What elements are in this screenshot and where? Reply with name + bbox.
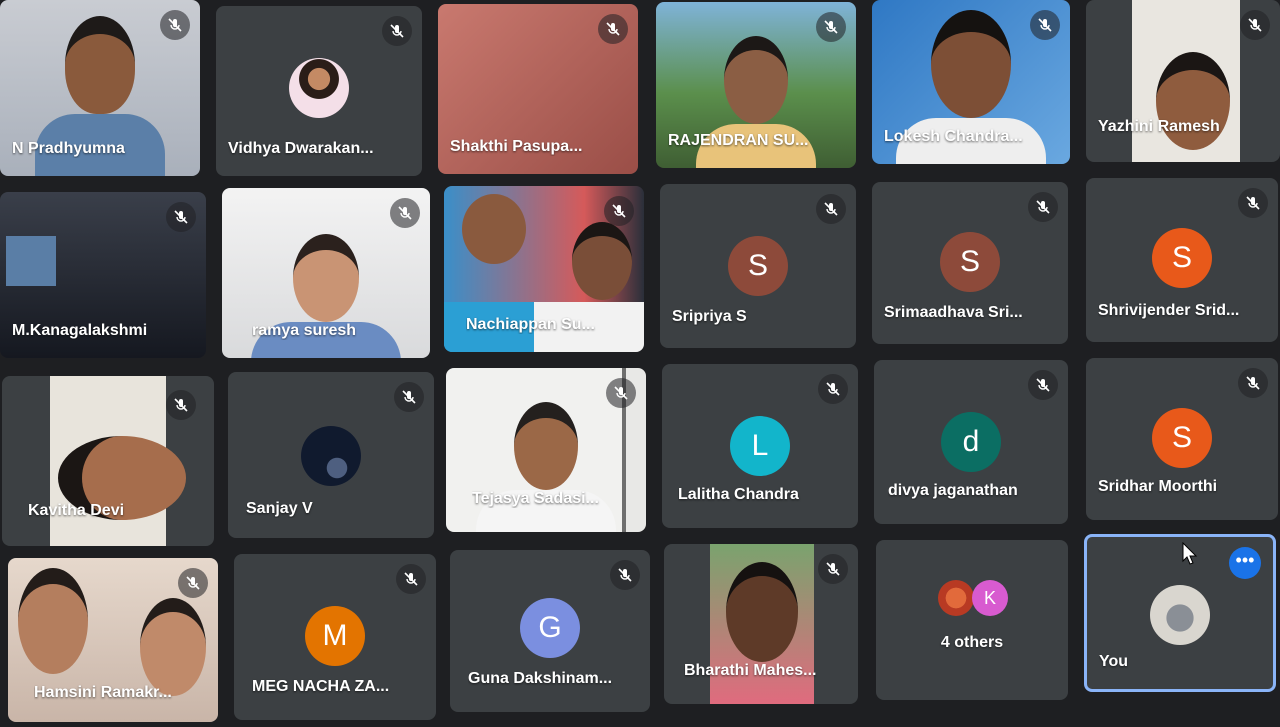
participant-video — [1153, 52, 1233, 162]
participant-name: Shrivijender Srid... — [1098, 302, 1240, 319]
participant-photo — [938, 580, 974, 616]
participant-name: Sridhar Moorthi — [1098, 478, 1218, 495]
mic-off-icon — [1238, 368, 1268, 398]
participant-name: Srimaadhava Sri... — [884, 304, 1023, 321]
participant-name: RAJENDRAN SU... — [668, 132, 809, 149]
participant-avatar: S — [1152, 408, 1212, 468]
participant-tile[interactable]: Yazhini Ramesh — [1086, 0, 1280, 162]
participant-tile[interactable]: M.Kanagalakshmi — [0, 192, 206, 358]
mic-off-icon — [818, 374, 848, 404]
participant-tile[interactable]: d divya jaganathan — [874, 360, 1068, 524]
participant-name: N Pradhyumna — [12, 140, 125, 157]
self-photo — [1150, 585, 1210, 645]
participant-name: Yazhini Ramesh — [1098, 118, 1220, 135]
mic-off-icon — [1030, 10, 1060, 40]
participant-name: divya jaganathan — [888, 482, 1018, 499]
mic-off-icon — [394, 382, 424, 412]
participant-name: Nachiappan Su... — [466, 316, 595, 333]
participant-video — [18, 568, 88, 674]
mic-off-icon — [816, 12, 846, 42]
participant-tile[interactable]: S Srimaadhava Sri... — [872, 182, 1068, 344]
participant-video — [6, 236, 56, 286]
participant-name: M.Kanagalakshmi — [12, 322, 148, 339]
participant-video — [140, 598, 206, 696]
participant-tile[interactable]: K 4 others — [876, 540, 1068, 700]
participant-tile[interactable]: Shakthi Pasupa... — [438, 4, 638, 174]
participant-name: Lokesh Chandra... — [884, 128, 1023, 145]
participant-name: Lalitha Chandra — [678, 486, 799, 503]
participant-avatar: K — [972, 580, 1008, 616]
mic-off-icon — [818, 554, 848, 584]
participant-name: Shakthi Pasupa... — [450, 138, 583, 155]
participant-avatar: L — [730, 416, 790, 476]
participant-name: Hamsini Ramakr... — [34, 684, 172, 701]
participant-name: You — [1099, 653, 1129, 670]
mic-off-icon — [166, 390, 196, 420]
participant-avatar: d — [941, 412, 1001, 472]
participant-photo — [289, 58, 349, 118]
participant-tile[interactable]: Kavitha Devi — [2, 376, 214, 546]
mic-off-icon — [166, 202, 196, 232]
participant-avatar: G — [520, 598, 580, 658]
participant-tile[interactable]: S Shrivijender Srid... — [1086, 178, 1278, 342]
mic-off-icon — [604, 196, 634, 226]
mic-off-icon — [1028, 370, 1058, 400]
participant-tile[interactable]: G Guna Dakshinam... — [450, 550, 650, 712]
participant-name: Sripriya S — [672, 308, 747, 325]
participant-photo — [301, 426, 361, 486]
participant-name: ramya suresh — [252, 322, 357, 339]
mic-off-icon — [382, 16, 412, 46]
mic-off-icon — [390, 198, 420, 228]
mic-off-icon — [606, 378, 636, 408]
participant-name: Bharathi Mahes... — [684, 662, 817, 679]
participant-tile[interactable]: Bharathi Mahes... — [664, 544, 858, 704]
participant-tile[interactable]: Sanjay V — [228, 372, 434, 538]
mic-off-icon — [1238, 188, 1268, 218]
more-options-button[interactable]: ••• — [1229, 547, 1261, 579]
participant-video — [572, 222, 632, 300]
mic-off-icon — [178, 568, 208, 598]
participant-name: 4 others — [940, 634, 1004, 651]
participant-name: MEG NACHA ZA... — [252, 678, 390, 695]
participant-name: Guna Dakshinam... — [468, 670, 613, 687]
mic-off-icon — [396, 564, 426, 594]
participant-tile[interactable]: ramya suresh — [222, 188, 430, 358]
mic-off-icon — [610, 560, 640, 590]
participant-avatar: S — [940, 232, 1000, 292]
participant-tile[interactable]: S Sripriya S — [660, 184, 856, 348]
participant-tile[interactable]: Lokesh Chandra... — [872, 0, 1070, 164]
participant-tile[interactable]: Nachiappan Su... — [444, 186, 644, 352]
participant-name: Vidhya Dwarakan... — [228, 140, 374, 157]
participant-tile[interactable]: Hamsini Ramakr... — [8, 558, 218, 722]
participant-tile[interactable]: Tejasya Sadasi... — [446, 368, 646, 532]
participant-avatar: M — [305, 606, 365, 666]
participant-name: Kavitha Devi — [28, 502, 125, 519]
participant-tile[interactable]: S Sridhar Moorthi — [1086, 358, 1278, 520]
mic-off-icon — [1028, 192, 1058, 222]
self-tile[interactable]: ••• You — [1084, 534, 1276, 692]
participant-name: Sanjay V — [246, 500, 313, 517]
mouse-cursor-icon — [1182, 542, 1198, 565]
participant-avatar: S — [1152, 228, 1212, 288]
participant-tile[interactable]: N Pradhyumna — [0, 0, 200, 176]
participant-tile[interactable]: RAJENDRAN SU... — [656, 2, 856, 168]
mic-off-icon — [816, 194, 846, 224]
participant-video — [476, 402, 616, 532]
participant-video — [726, 562, 798, 662]
participant-tile[interactable]: Vidhya Dwarakan... — [216, 6, 422, 176]
mic-off-icon — [598, 14, 628, 44]
participant-tile[interactable]: L Lalitha Chandra — [662, 364, 858, 528]
participant-video — [462, 194, 526, 264]
mic-off-icon — [160, 10, 190, 40]
mic-off-icon — [1240, 10, 1270, 40]
participant-name: Tejasya Sadasi... — [472, 490, 599, 507]
participant-tile[interactable]: M MEG NACHA ZA... — [234, 554, 436, 720]
participant-avatar: S — [728, 236, 788, 296]
